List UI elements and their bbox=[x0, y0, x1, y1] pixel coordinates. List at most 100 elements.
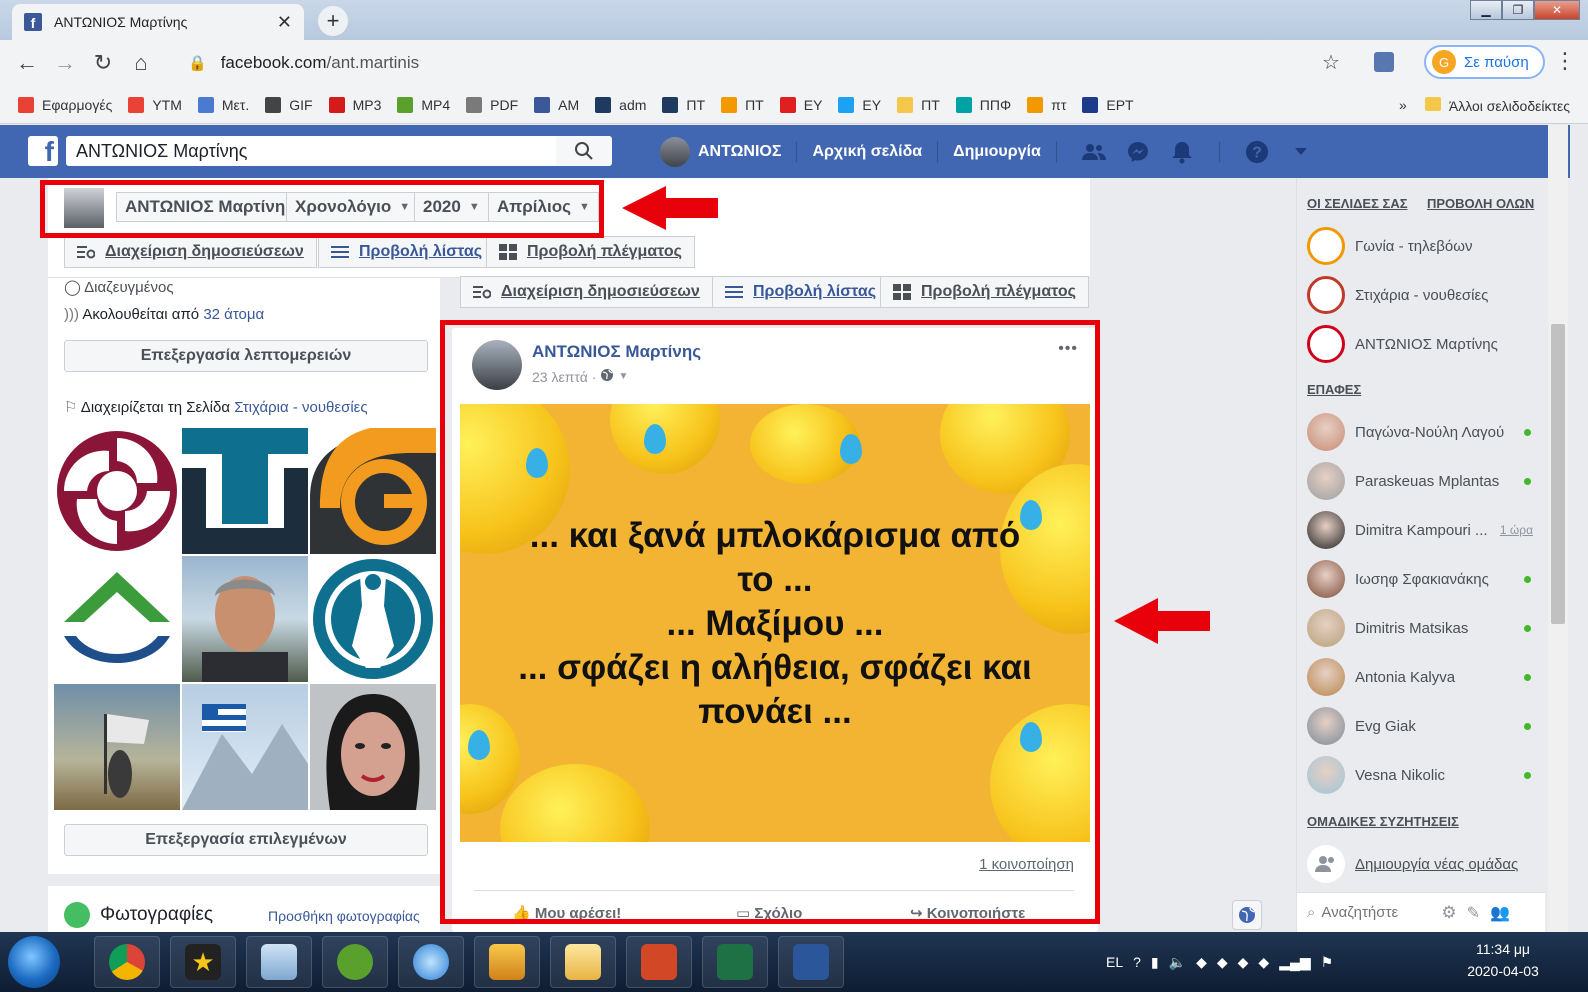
other-bookmarks-folder[interactable]: Άλλοι σελιδοδείκτες bbox=[1424, 96, 1570, 114]
featured-photo[interactable] bbox=[310, 684, 436, 810]
sidebar-page-item[interactable]: Στιχάρια - νουθεσίες bbox=[1307, 275, 1537, 315]
messenger-icon[interactable] bbox=[1126, 140, 1150, 164]
taskbar-clock[interactable]: 11:34 μμ 2020-04-03 bbox=[1458, 938, 1548, 982]
scrollbar-thumb[interactable] bbox=[1551, 324, 1565, 624]
edit-selected-button[interactable]: Επεξεργασία επιλεγμένων bbox=[64, 824, 428, 856]
browser-tab[interactable]: f ΑΝΤΩΝΙΟΣ Μαρτίνης ✕ bbox=[12, 4, 304, 40]
contact-item[interactable]: Ιωσηφ Σφακιανάκης bbox=[1307, 559, 1537, 599]
bookmark-item[interactable]: YTM bbox=[128, 96, 182, 113]
language-indicator[interactable]: EL bbox=[1106, 954, 1123, 970]
create-group-button[interactable]: Δημιουργία νέας ομάδας bbox=[1307, 844, 1537, 884]
search-icon[interactable] bbox=[556, 136, 612, 166]
managed-page-link[interactable]: Στιχάρια - νουθεσίες bbox=[234, 399, 367, 416]
help-icon[interactable]: ? bbox=[1245, 140, 1269, 164]
featured-photo[interactable] bbox=[310, 556, 436, 682]
bookmark-item[interactable]: adm bbox=[595, 96, 646, 113]
user-avatar[interactable] bbox=[660, 136, 690, 167]
media-player-taskbar-icon[interactable] bbox=[474, 936, 540, 988]
sidebar-page-item[interactable]: ΑΝΤΩΝΙΟΣ Μαρτίνης bbox=[1307, 324, 1537, 364]
nav-create[interactable]: Δημιουργία bbox=[953, 143, 1041, 161]
file-explorer-taskbar-icon[interactable] bbox=[550, 936, 616, 988]
bookmark-item[interactable]: MP3 bbox=[328, 96, 381, 113]
volume-tray-icon[interactable]: 🔈 bbox=[1169, 954, 1186, 971]
contact-item[interactable]: Παγώνα-Νούλη Λαγού bbox=[1307, 412, 1537, 452]
help-tray-icon[interactable]: ? bbox=[1133, 954, 1141, 970]
see-all-link[interactable]: ΠΡΟΒΟΛΗ ΟΛΩΝ bbox=[1427, 196, 1534, 211]
facebook-logo-icon[interactable]: f bbox=[28, 136, 58, 166]
tray-icon[interactable]: ◆ bbox=[1196, 954, 1207, 971]
language-globe-button[interactable] bbox=[1232, 900, 1262, 930]
contact-item[interactable]: Dimitra Kampouri ... 1 ώρα bbox=[1307, 510, 1537, 550]
close-tab-icon[interactable]: ✕ bbox=[277, 12, 292, 33]
bookmark-item[interactable]: ΕΡΤ bbox=[1082, 96, 1134, 113]
featured-photo[interactable] bbox=[54, 428, 180, 554]
featured-photo[interactable] bbox=[54, 556, 180, 682]
featured-photo[interactable] bbox=[182, 556, 308, 682]
bookmark-item[interactable]: ΠΤ bbox=[721, 96, 764, 113]
your-pages-header[interactable]: ΟΙ ΣΕΛΙΔΕΣ ΣΑΣ bbox=[1307, 196, 1408, 211]
start-button[interactable] bbox=[8, 936, 60, 988]
bookmark-item[interactable]: πτ bbox=[1027, 96, 1066, 113]
excel-taskbar-icon[interactable] bbox=[702, 936, 768, 988]
new-message-icon[interactable]: ✎ bbox=[1467, 903, 1480, 923]
bookmark-item[interactable]: ΠΤ bbox=[662, 96, 705, 113]
flag-tray-icon[interactable]: ⚑ bbox=[1321, 954, 1334, 971]
bookmark-item[interactable]: AM bbox=[534, 96, 579, 113]
tray-icon[interactable]: ◆ bbox=[1258, 954, 1269, 971]
contact-item[interactable]: Antonia Kalyva bbox=[1307, 657, 1537, 697]
featured-photo[interactable] bbox=[54, 684, 180, 810]
back-icon[interactable]: ← bbox=[8, 50, 46, 76]
app-taskbar-icon[interactable] bbox=[322, 936, 388, 988]
bookmark-item[interactable]: Εφαρμογές bbox=[18, 96, 112, 113]
home-icon[interactable]: ⌂ bbox=[122, 50, 160, 76]
bookmark-item[interactable]: ΕΥ bbox=[779, 96, 822, 113]
word-taskbar-icon[interactable] bbox=[778, 936, 844, 988]
bookmark-item[interactable]: ΠΤ bbox=[897, 96, 940, 113]
chrome-taskbar-icon[interactable] bbox=[94, 936, 160, 988]
reload-icon[interactable]: ↻ bbox=[84, 50, 122, 76]
featured-photo[interactable] bbox=[310, 428, 436, 554]
grid-view-button-secondary[interactable]: Προβολή πλέγματος bbox=[880, 276, 1089, 308]
facebook-search-input[interactable] bbox=[66, 136, 610, 166]
list-view-button-secondary[interactable]: Προβολή λίστας bbox=[712, 276, 890, 308]
network-tray-icon[interactable]: ▮ bbox=[1151, 954, 1159, 971]
manage-posts-button-secondary[interactable]: Διαχείριση δημοσιεύσεων bbox=[460, 276, 713, 308]
bookmark-item[interactable]: ΠΠΦ bbox=[955, 96, 1011, 113]
bookmark-star-icon[interactable]: ☆ bbox=[1322, 50, 1340, 75]
signal-tray-icon[interactable]: ▂▄▆ bbox=[1279, 954, 1310, 971]
browser-menu-icon[interactable]: ⋮ bbox=[1554, 48, 1576, 74]
friend-requests-icon[interactable] bbox=[1081, 140, 1106, 164]
add-group-icon[interactable]: 👥 bbox=[1490, 903, 1510, 923]
bookmark-item[interactable]: PDF bbox=[466, 96, 518, 113]
contact-item[interactable]: Paraskeuas Mplantas bbox=[1307, 461, 1537, 501]
ie-taskbar-icon[interactable] bbox=[398, 936, 464, 988]
new-tab-button[interactable]: + bbox=[318, 6, 348, 36]
bookmark-item[interactable]: GIF bbox=[265, 96, 313, 113]
grid-view-button[interactable]: Προβολή πλέγματος bbox=[486, 236, 695, 268]
movie-maker-taskbar-icon[interactable]: ★ bbox=[170, 936, 236, 988]
nav-home[interactable]: Αρχική σελίδα bbox=[812, 143, 922, 161]
notifications-bell-icon[interactable] bbox=[1170, 140, 1194, 164]
featured-photo[interactable] bbox=[182, 684, 308, 810]
tray-icon[interactable]: ◆ bbox=[1217, 954, 1228, 971]
forward-icon[interactable]: → bbox=[46, 50, 84, 76]
followers-link[interactable]: 32 άτομα bbox=[203, 306, 264, 323]
list-view-button[interactable]: Προβολή λίστας bbox=[318, 236, 496, 268]
bookmark-item[interactable]: ΕΥ bbox=[838, 96, 881, 113]
contact-item[interactable]: Dimitris Matsikas bbox=[1307, 608, 1537, 648]
tray-icon[interactable]: ◆ bbox=[1238, 954, 1249, 971]
featured-photo[interactable] bbox=[182, 428, 308, 554]
nav-user-name[interactable]: ΑΝΤΩΝΙΟΣ bbox=[698, 143, 781, 161]
account-menu-chevron-icon[interactable] bbox=[1289, 140, 1313, 164]
sidebar-page-item[interactable]: Γωνία - τηλεβόων bbox=[1307, 226, 1537, 266]
manage-posts-button[interactable]: Διαχείριση δημοσιεύσεων bbox=[64, 236, 317, 268]
bookmark-item[interactable]: Μετ. bbox=[197, 96, 249, 113]
powerpoint-taskbar-icon[interactable] bbox=[626, 936, 692, 988]
minimize-button[interactable]: ▁ bbox=[1470, 0, 1502, 20]
address-bar[interactable]: 🔒 facebook.com/ant.martinis bbox=[176, 45, 1344, 81]
bookmark-item[interactable]: MP4 bbox=[397, 96, 450, 113]
calculator-taskbar-icon[interactable] bbox=[246, 936, 312, 988]
close-window-button[interactable]: ✕ bbox=[1534, 0, 1580, 20]
contact-item[interactable]: Evg Giak bbox=[1307, 706, 1537, 746]
profile-sync-button[interactable]: G Σε παύση bbox=[1424, 45, 1545, 79]
